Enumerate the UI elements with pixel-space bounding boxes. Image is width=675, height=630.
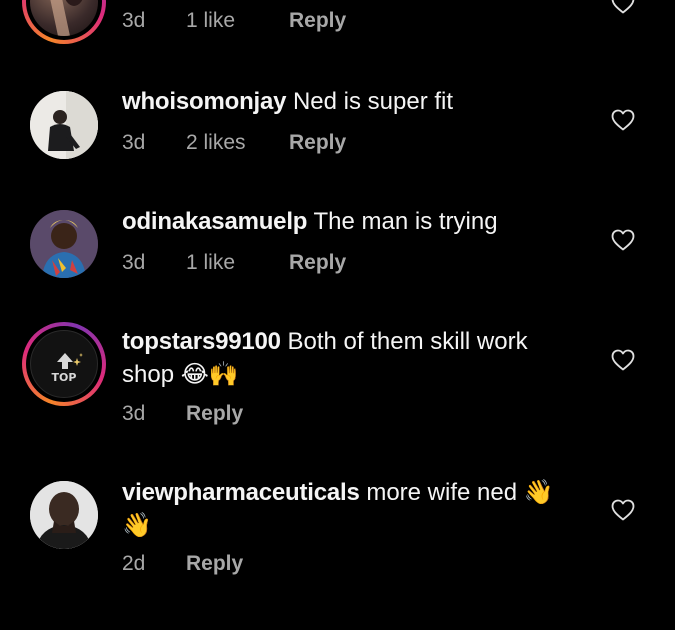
avatar[interactable] (30, 91, 98, 159)
comment-body: whoisomonjay Ned is super fit (122, 86, 582, 118)
comment-meta: 3d 2 likes Reply (122, 131, 346, 155)
reply-button[interactable]: Reply (289, 9, 346, 33)
comment-likes[interactable]: 1 like (186, 9, 289, 33)
top-badge-icon (57, 353, 83, 369)
heart-outline-icon[interactable] (611, 349, 635, 371)
story-ring[interactable]: TOP (22, 322, 106, 406)
comment-text: The man is trying (313, 208, 498, 235)
comment-body: viewpharmaceuticals more wife ned 👋 👋 (122, 476, 582, 542)
story-ring[interactable] (22, 0, 106, 44)
comment-username[interactable]: odinakasamuelp (122, 208, 307, 235)
emoji: 😂🙌 (180, 360, 239, 388)
comment-time: 3d (122, 131, 146, 154)
reply-button[interactable]: Reply (289, 251, 346, 275)
comment-meta: 3d 1 like Reply (122, 9, 346, 33)
avatar[interactable] (30, 210, 98, 278)
comment-meta: 2d Reply (122, 552, 243, 576)
comment-body: odinakasamuelp The man is trying (122, 206, 582, 238)
heart-outline-icon[interactable] (611, 0, 635, 14)
comment-meta: 3d Reply (122, 402, 243, 426)
comment-text: Ned is super fit (292, 88, 454, 115)
emoji: 👋 (122, 511, 152, 539)
avatar: TOP (30, 330, 98, 398)
comment-likes[interactable]: 1 like (186, 251, 289, 275)
reply-button[interactable]: Reply (289, 131, 346, 155)
reply-button[interactable]: Reply (186, 402, 243, 426)
heart-outline-icon[interactable] (611, 109, 635, 131)
comment-meta: 3d 1 like Reply (122, 251, 346, 275)
comment-username[interactable]: topstars99100 (122, 328, 281, 355)
comment-time: 3d (122, 9, 146, 32)
comment-username[interactable]: whoisomonjay (122, 88, 286, 115)
avatar-badge-label: TOP (51, 371, 77, 384)
reply-button[interactable]: Reply (186, 552, 243, 576)
comment-time: 2d (122, 552, 146, 575)
comment-text: more wife ned (366, 479, 518, 506)
comment-likes[interactable]: 2 likes (186, 131, 289, 155)
emoji: 👋 (523, 478, 554, 506)
comment-time: 3d (122, 402, 146, 425)
heart-outline-icon[interactable] (611, 499, 635, 521)
comment-body: topstars99100 Both of them skill work sh… (122, 326, 582, 391)
comment-time: 3d (122, 251, 146, 274)
comment-username[interactable]: viewpharmaceuticals (122, 479, 360, 506)
heart-outline-icon[interactable] (611, 229, 635, 251)
avatar[interactable] (30, 481, 98, 549)
